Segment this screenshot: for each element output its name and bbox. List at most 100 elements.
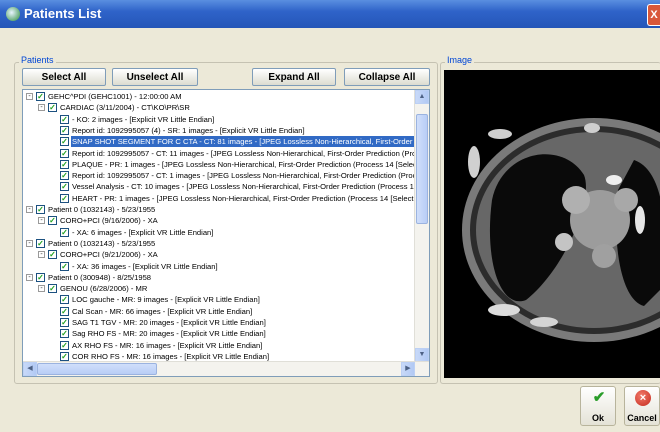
collapse-toggle-icon[interactable]: - <box>38 251 45 259</box>
tree-row-label: CARDIAC (3/11/2004) - CT\KO\PR\SR <box>60 103 190 113</box>
ct-scan-image <box>444 70 660 378</box>
tree-row[interactable]: ✓ LOC gauche - MR: 9 images - [Explicit V… <box>23 294 417 305</box>
tree-row[interactable]: ✓ HEART - PR: 1 images - [JPEG Lossless N… <box>23 193 417 204</box>
tree-row[interactable]: ✓ Report id: 1092995057 - CT: 11 images -… <box>23 148 417 159</box>
tree-row-label: - XA: 6 images - [Explicit VR Little End… <box>72 227 214 237</box>
tree-rows: - ✓ GEHC^PDI (GEHC1001) - 12:00:00 AM - ✓ CAR… <box>23 90 417 362</box>
tree-row[interactable]: - ✓ Patient 0 (1032143) - 5/23/1955 <box>23 238 417 249</box>
image-preview <box>444 70 660 378</box>
window-title: Patients List <box>24 6 102 21</box>
tree-row-label: SNAP SHOT SEGMENT FOR C CTA - CT: 81 ima… <box>71 136 417 148</box>
collapse-toggle-icon[interactable]: - <box>26 93 33 100</box>
tree-row-label: Report id: 1092995057 - CT: 1 images - [… <box>72 171 417 181</box>
row-checkbox[interactable]: ✓ <box>60 171 69 181</box>
tree-row[interactable]: - ✓ Patient 0 (1032143) - 5/23/1955 <box>23 204 417 215</box>
row-checkbox[interactable]: ✓ <box>60 306 69 316</box>
row-checkbox[interactable]: ✓ <box>60 159 69 169</box>
collapse-toggle-icon[interactable]: - <box>38 217 45 225</box>
tree-row[interactable]: ✓ Report id: 1092995057 - CT: 1 images - … <box>23 170 417 181</box>
patients-group-label: Patients <box>19 55 56 65</box>
row-checkbox[interactable]: ✓ <box>60 351 69 361</box>
row-checkbox[interactable]: ✓ <box>60 193 69 203</box>
vertical-scroll-thumb[interactable] <box>416 114 428 224</box>
tree-row[interactable]: ✓ Cal Scan - MR: 66 images - [Explicit VR… <box>23 306 417 317</box>
scroll-up-icon[interactable]: ▲ <box>415 90 429 104</box>
horizontal-scroll-thumb[interactable] <box>37 363 157 375</box>
tree-row-label: HEART - PR: 1 images - [JPEG Lossless No… <box>72 193 417 203</box>
tree-row-label: GENOU (6/28/2006) - MR <box>60 284 148 294</box>
tree-row[interactable]: - ✓ Patient 0 (300948) - 8/25/1958 <box>23 272 417 283</box>
tree-row-label: Patient 0 (300948) - 8/25/1958 <box>48 272 152 282</box>
row-checkbox[interactable]: ✓ <box>60 125 69 135</box>
tree-row-label: - XA: 36 images - [Explicit VR Little En… <box>72 261 218 271</box>
tree-row[interactable]: ✓ SNAP SHOT SEGMENT FOR C CTA - CT: 81 im… <box>23 136 417 148</box>
collapse-all-button[interactable]: Collapse All <box>344 68 430 86</box>
row-checkbox[interactable]: ✓ <box>60 261 69 271</box>
row-checkbox[interactable]: ✓ <box>60 329 69 339</box>
tree-row[interactable]: ✓ Vessel Analysis - CT: 10 images - [JPEG… <box>23 181 417 192</box>
collapse-toggle-icon[interactable]: - <box>26 239 33 247</box>
scroll-right-icon[interactable]: ▶ <box>401 362 415 376</box>
ok-button[interactable]: ✔ Ok <box>580 386 616 426</box>
row-checkbox[interactable]: ✓ <box>36 205 45 214</box>
scroll-down-icon[interactable]: ▼ <box>415 348 429 362</box>
red-x-icon: × <box>635 390 651 406</box>
row-checkbox[interactable]: ✓ <box>48 250 57 260</box>
tree-row-label: Patient 0 (1032143) - 5/23/1955 <box>48 238 156 248</box>
app-icon <box>6 7 20 21</box>
green-check-icon: ✔ <box>592 389 606 406</box>
vertical-scrollbar[interactable]: ▲ ▼ <box>414 90 429 362</box>
row-checkbox[interactable]: ✓ <box>36 272 45 282</box>
tree-row[interactable]: ✓ - XA: 36 images - [Explicit VR Little E… <box>23 261 417 272</box>
row-checkbox[interactable]: ✓ <box>48 103 57 113</box>
image-group-label: Image <box>445 55 475 65</box>
tree-row-label: Cal Scan - MR: 66 images - [Explicit VR … <box>72 306 253 316</box>
tree-row-label: CORO+PCI (9/16/2006) - XA <box>60 216 158 226</box>
tree-row-label: PLAQUE - PR: 1 images - [JPEG Lossless N… <box>72 159 417 169</box>
select-all-button[interactable]: Select All <box>22 68 106 86</box>
collapse-toggle-icon[interactable]: - <box>26 206 33 213</box>
tree-row[interactable]: ✓ Sag RHO FS - MR: 20 images - [Explicit … <box>23 328 417 339</box>
collapse-toggle-icon[interactable]: - <box>26 273 33 281</box>
row-checkbox[interactable]: ✓ <box>60 182 69 192</box>
unselect-all-button[interactable]: Unselect All <box>112 68 198 86</box>
row-checkbox[interactable]: ✓ <box>60 114 69 124</box>
row-checkbox[interactable]: ✓ <box>48 284 57 294</box>
tree-row[interactable]: - ✓ GEHC^PDI (GEHC1001) - 12:00:00 AM <box>23 91 417 102</box>
cancel-label: Cancel <box>627 413 657 423</box>
tree-row-label: AX RHO FS - MR: 16 images - [Explicit VR… <box>72 340 263 350</box>
tree-row[interactable]: ✓ SAG T1 TGV - MR: 20 images - [Explicit … <box>23 317 417 328</box>
scroll-left-icon[interactable]: ◀ <box>23 362 37 376</box>
tree-row-label: CORO+PCI (9/21/2006) - XA <box>60 250 158 260</box>
close-button[interactable]: X <box>647 4 660 26</box>
tree-row[interactable]: ✓ - XA: 6 images - [Explicit VR Little En… <box>23 227 417 238</box>
tree-row[interactable]: ✓ AX RHO FS - MR: 16 images - [Explicit V… <box>23 340 417 351</box>
row-checkbox[interactable]: ✓ <box>60 148 69 158</box>
ok-label: Ok <box>591 413 604 423</box>
tree-row[interactable]: ✓ Report id: 1092995057 (4) - SR: 1 image… <box>23 125 417 136</box>
tree-row-label: GEHC^PDI (GEHC1001) - 12:00:00 AM <box>48 92 182 101</box>
row-checkbox[interactable]: ✓ <box>48 216 57 226</box>
tree-row-label: SAG T1 TGV - MR: 20 images - [Explicit V… <box>72 318 266 327</box>
cancel-button[interactable]: × Cancel <box>624 386 660 426</box>
row-checkbox[interactable]: ✓ <box>60 340 69 350</box>
tree-row[interactable]: - ✓ CARDIAC (3/11/2004) - CT\KO\PR\SR <box>23 102 417 113</box>
row-checkbox[interactable]: ✓ <box>60 295 69 305</box>
row-checkbox[interactable]: ✓ <box>36 92 45 101</box>
tree-row[interactable]: - ✓ GENOU (6/28/2006) - MR <box>23 283 417 294</box>
row-checkbox[interactable]: ✓ <box>36 238 45 248</box>
collapse-toggle-icon[interactable]: - <box>38 285 45 293</box>
expand-all-button[interactable]: Expand All <box>252 68 336 86</box>
tree-row-label: Patient 0 (1032143) - 5/23/1955 <box>48 205 156 214</box>
tree-row-label: Report id: 1092995057 - CT: 11 images - … <box>72 148 417 158</box>
tree-row[interactable]: ✓ PLAQUE - PR: 1 images - [JPEG Lossless … <box>23 159 417 170</box>
horizontal-scrollbar[interactable]: ◀ ▶ <box>23 361 429 376</box>
tree-row[interactable]: ✓ - KO: 2 images - [Explicit VR Little En… <box>23 114 417 125</box>
row-checkbox[interactable]: ✓ <box>60 137 69 147</box>
collapse-toggle-icon[interactable]: - <box>38 104 45 112</box>
tree-row[interactable]: - ✓ CORO+PCI (9/16/2006) - XA <box>23 215 417 226</box>
patients-tree[interactable]: - ✓ GEHC^PDI (GEHC1001) - 12:00:00 AM - ✓ CAR… <box>22 89 430 377</box>
row-checkbox[interactable]: ✓ <box>60 318 69 327</box>
tree-row[interactable]: - ✓ CORO+PCI (9/21/2006) - XA <box>23 249 417 260</box>
row-checkbox[interactable]: ✓ <box>60 227 69 237</box>
